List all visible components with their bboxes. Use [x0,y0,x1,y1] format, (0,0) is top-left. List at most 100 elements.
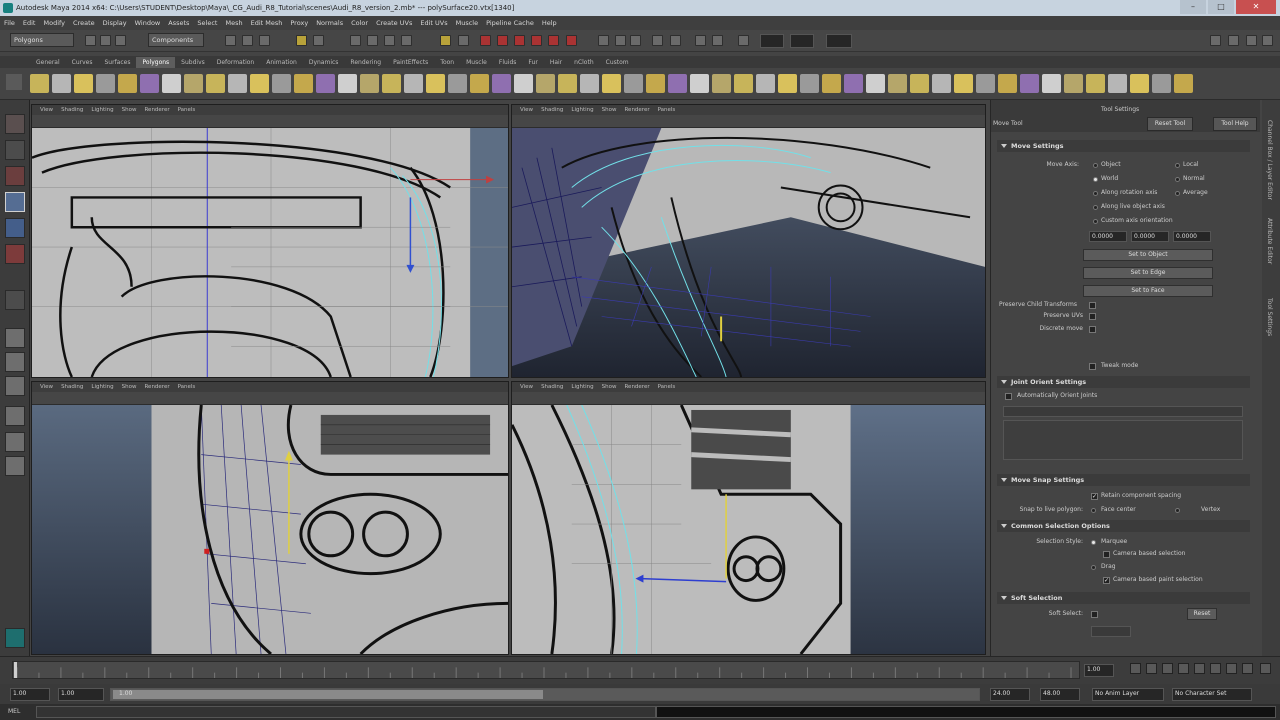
shelf-hair-icon[interactable] [1064,74,1083,93]
menu-window[interactable]: Window [131,19,165,27]
shelf-offset-edge-loop-icon[interactable] [602,74,621,93]
vp1-menu-lighting[interactable]: Lighting [87,107,117,113]
vp1-menu-renderer[interactable]: Renderer [140,107,173,113]
menu-normals[interactable]: Normals [312,19,347,27]
make-live-icon[interactable] [514,35,525,46]
menu-pipeline-cache[interactable]: Pipeline Cache [482,19,538,27]
shelf-mirror-icon[interactable] [866,74,885,93]
side-tab-tool-settings[interactable]: Tool Settings [1266,298,1273,336]
shelf-outliner-icon[interactable] [1174,74,1193,93]
shelf-render-icon[interactable] [1108,74,1127,93]
viewport-bottom-right[interactable]: View Shading Lighting Show Renderer Pane… [511,381,986,655]
axis-average-radio[interactable] [1175,191,1180,196]
vp1-menu-panels[interactable]: Panels [174,107,200,113]
vp1-menu-show[interactable]: Show [118,107,141,113]
vp2-menu-view[interactable]: View [516,107,537,113]
menu-edit-mesh[interactable]: Edit Mesh [247,19,287,27]
shelf-tab-hair[interactable]: Hair [544,57,568,68]
lasso-tool-icon[interactable] [5,140,25,160]
camera-paint-checkbox[interactable]: ✓ [1103,577,1110,584]
shelf-normals-icon[interactable] [954,74,973,93]
shelf-separate-icon[interactable] [316,74,335,93]
single-perspective-layout-icon[interactable] [5,328,25,348]
shelf-triangulate-icon[interactable] [448,74,467,93]
transform-z-field[interactable] [826,34,852,48]
shelf-pipe-icon[interactable] [206,74,225,93]
vp4-menu-shading[interactable]: Shading [537,384,567,390]
menu-select[interactable]: Select [193,19,221,27]
open-scene-icon[interactable] [100,35,111,46]
ipr-render-icon[interactable] [566,35,577,46]
shelf-tab-fur[interactable]: Fur [522,57,543,68]
input-box-icon[interactable] [652,35,663,46]
menuset-dropdown[interactable]: Polygons [10,33,74,47]
shelf-planar-mapping-icon[interactable] [756,74,775,93]
preserve-uvs-checkbox[interactable] [1089,313,1096,320]
shelf-soft-modify-icon[interactable] [910,74,929,93]
current-time-marker[interactable] [13,662,17,678]
vp1-canvas[interactable] [32,128,508,377]
vp2-menu-show[interactable]: Show [598,107,621,113]
shelf-cylinder-icon[interactable] [74,74,93,93]
shelf-tab-animation[interactable]: Animation [260,57,303,68]
shelf-extrude-icon[interactable] [492,74,511,93]
shelf-wedge-icon[interactable] [690,74,709,93]
menu-edit-uvs[interactable]: Edit UVs [416,19,451,27]
vp4-menu-renderer[interactable]: Renderer [620,384,653,390]
menu-display[interactable]: Display [99,19,131,27]
lock-selection-icon[interactable] [384,35,395,46]
tool-settings-tab[interactable]: Tool Settings [1101,106,1139,113]
shelf-quadrangulate-icon[interactable] [470,74,489,93]
minimize-button[interactable]: – [1180,0,1206,14]
joint-orient-section[interactable]: Joint Orient Settings [997,376,1250,388]
transform-x-field[interactable] [760,34,784,48]
vp2-canvas[interactable] [512,128,985,377]
shelf-smooth-icon[interactable] [382,74,401,93]
shelf-tab-subdivs[interactable]: Subdivs [175,57,211,68]
menu-modify[interactable]: Modify [39,19,69,27]
vp4-menu-lighting[interactable]: Lighting [567,384,597,390]
side-tab-attribute-editor[interactable]: Attribute Editor [1266,218,1273,264]
vp4-menu-panels[interactable]: Panels [654,384,680,390]
menu-proxy[interactable]: Proxy [286,19,312,27]
shelf-menu-icon[interactable] [6,74,22,90]
persp-outliner-layout-icon[interactable] [5,376,25,396]
paint-select-tool-icon[interactable] [5,166,25,186]
move-tool-icon[interactable] [5,192,25,212]
shelf-plane-icon[interactable] [118,74,137,93]
range-handle[interactable] [113,690,543,699]
tool-help-button[interactable]: Tool Help [1213,117,1257,131]
play-forwards-icon[interactable] [1194,663,1205,674]
shelf-bridge-icon[interactable] [514,74,533,93]
shelf-ipr-icon[interactable] [1130,74,1149,93]
quick-select-icon[interactable] [738,35,749,46]
outliner-layout-icon[interactable] [5,456,25,476]
viewport-top-left[interactable]: View Shading Lighting Show Renderer Pane… [31,104,509,378]
shelf-tab-custom[interactable]: Custom [600,57,635,68]
vp3-menu-lighting[interactable]: Lighting [87,384,117,390]
menu-file[interactable]: File [0,19,19,27]
shelf-auto-mapping-icon[interactable] [822,74,841,93]
axis-object-radio[interactable] [1093,163,1098,168]
menu-create[interactable]: Create [69,19,99,27]
axis-world-radio[interactable] [1093,177,1098,182]
vp4-menu-view[interactable]: View [516,384,537,390]
vp2-menu-panels[interactable]: Panels [654,107,680,113]
reset-tool-button[interactable]: Reset Tool [1147,117,1193,131]
toggle-attribute-editor-icon[interactable] [1228,35,1239,46]
shelf-combine-icon[interactable] [294,74,313,93]
shelf-fur-icon[interactable] [1042,74,1061,93]
discrete-move-checkbox[interactable] [1089,326,1096,333]
go-to-start-icon[interactable] [1130,663,1141,674]
vp3-menu-shading[interactable]: Shading [57,384,87,390]
shelf-cube-icon[interactable] [52,74,71,93]
shelf-reverse-icon[interactable] [976,74,995,93]
retain-spacing-checkbox[interactable]: ✓ [1091,493,1098,500]
shelf-tab-fluids[interactable]: Fluids [493,57,523,68]
shelf-helix-icon[interactable] [228,74,247,93]
step-forward-key-icon[interactable] [1226,663,1237,674]
hypershade-layout-icon[interactable] [5,432,25,452]
render-settings-icon[interactable] [598,35,609,46]
shelf-tab-curves[interactable]: Curves [66,57,99,68]
current-time-field[interactable]: 1.00 [1084,664,1114,677]
